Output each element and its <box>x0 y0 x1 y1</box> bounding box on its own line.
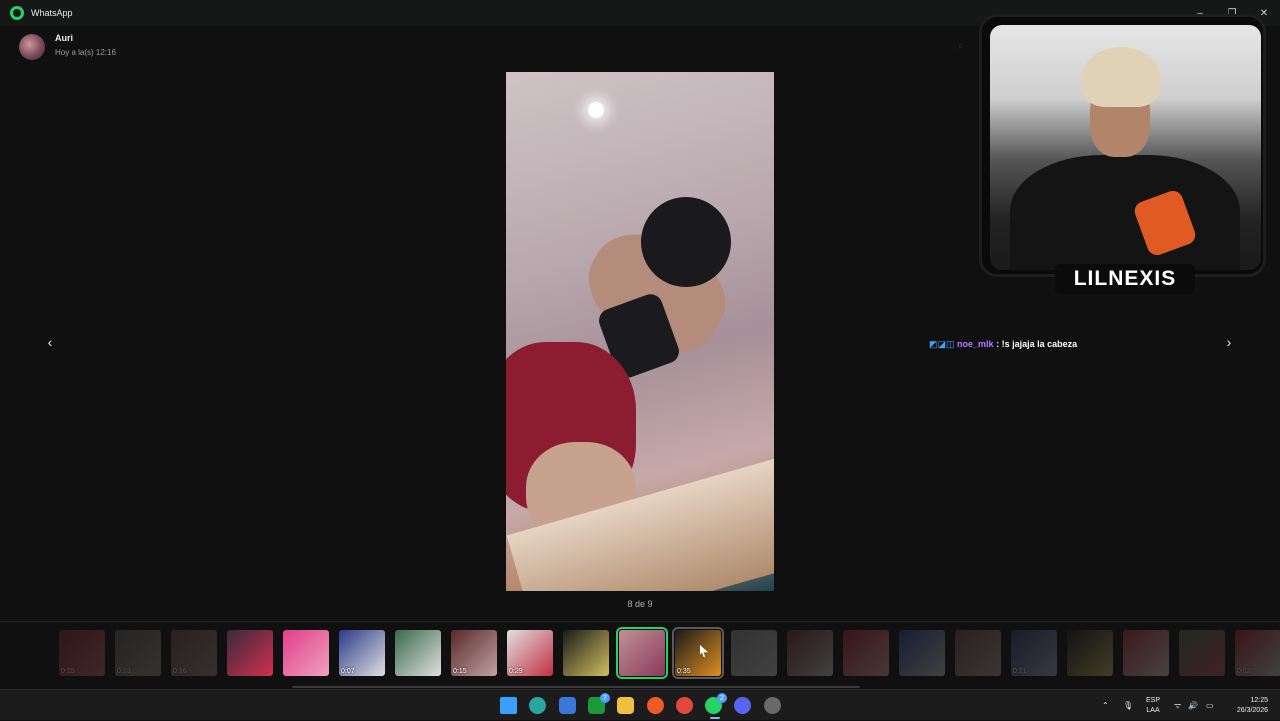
webcam-overlay <box>979 14 1266 277</box>
media-thumbnail[interactable] <box>616 627 668 679</box>
tray-overflow-chevron-icon[interactable]: ⌃ <box>1102 690 1109 721</box>
photo-subject-hair <box>641 197 731 287</box>
video-duration: 0:15 <box>61 668 75 675</box>
brave-icon[interactable] <box>647 697 664 714</box>
whatsapp-logo-icon <box>10 6 24 20</box>
webcam-feed <box>990 25 1261 270</box>
media-thumbnail[interactable] <box>843 630 889 676</box>
file-explorer-icon[interactable] <box>617 697 634 714</box>
video-duration: 0:35 <box>677 668 691 675</box>
media-image[interactable] <box>506 72 774 591</box>
media-thumbnail[interactable] <box>227 630 273 676</box>
video-duration: 0:29 <box>509 668 523 675</box>
video-duration: 0:02 <box>1237 668 1251 675</box>
media-thumbnail[interactable]: 0:16 <box>171 630 217 676</box>
media-thumbnail[interactable]: 0:15 <box>59 630 105 676</box>
keyboard-layout: LAA <box>1146 707 1160 714</box>
media-thumbnail[interactable] <box>731 630 777 676</box>
media-thumbnail[interactable] <box>1179 630 1225 676</box>
video-duration: 0:13 <box>117 668 131 675</box>
wifi-icon[interactable]: ᯤ <box>1174 690 1181 721</box>
language-code: ESP <box>1146 697 1161 704</box>
media-thumbnail[interactable] <box>899 630 945 676</box>
media-thumbnail[interactable]: 0:02 <box>1235 630 1280 676</box>
windows-start-icon[interactable] <box>500 697 517 714</box>
streamer-hair <box>1082 47 1160 107</box>
chrome-icon[interactable] <box>676 697 693 714</box>
clock-date: 26/3/2026 <box>1236 707 1268 714</box>
video-duration: 0:07 <box>341 668 355 675</box>
avatar[interactable] <box>19 34 45 60</box>
media-thumbnail[interactable]: 0:29 <box>507 630 553 676</box>
input-language[interactable]: ESP LAA <box>1146 696 1160 716</box>
media-thumbnail[interactable]: 0:35 <box>672 627 724 679</box>
media-thumbnail[interactable] <box>1123 630 1169 676</box>
media-counter: 8 de 9 <box>627 599 653 609</box>
thumbnail-scrollbar[interactable] <box>292 686 860 688</box>
active-app-indicator <box>710 717 720 719</box>
video-duration: 0:21 <box>1013 668 1027 675</box>
chevron-right-icon: › <box>1226 334 1232 350</box>
chevron-left-icon: ‹ <box>47 334 53 350</box>
next-media-button[interactable]: › <box>1218 331 1240 353</box>
clock-app-icon[interactable] <box>764 697 781 714</box>
media-thumbnail[interactable] <box>395 630 441 676</box>
notification-badge: 2 <box>717 693 727 703</box>
streamer-name-banner: LILNEXIS <box>1055 264 1195 294</box>
ceiling-light <box>588 102 604 118</box>
message-timestamp: Hoy a la(s) 12:16 <box>55 48 116 57</box>
media-thumbnail[interactable] <box>283 630 329 676</box>
clock-time: 12:25 <box>1250 697 1268 704</box>
media-thumbnail-strip: 0:15 0:13 0:16 0:07 0:15 0:29 0:35 0:21 0:02 <box>0 621 1280 689</box>
xbox-icon[interactable]: 7 <box>588 693 610 714</box>
video-duration: 0:15 <box>453 668 467 675</box>
media-thumbnail[interactable]: 0:07 <box>339 630 385 676</box>
chat-text: !s jajaja la cabeza <box>1001 339 1078 349</box>
media-thumbnail[interactable]: 0:13 <box>115 630 161 676</box>
chat-separator: : <box>996 339 1000 349</box>
media-thumbnail[interactable] <box>1067 630 1113 676</box>
media-thumbnail[interactable] <box>563 630 609 676</box>
discord-icon[interactable] <box>734 697 751 714</box>
media-thumbnail[interactable] <box>787 630 833 676</box>
chat-badges-icon: ◩◪◫ <box>929 339 955 349</box>
edge-icon[interactable] <box>529 697 546 714</box>
app-title: WhatsApp <box>31 8 73 18</box>
windows-taskbar: 7 2 ⌃ 🎙 ESP LAA ᯤ 🔊 ▭ 12:25 26/3/2026 <box>0 689 1280 720</box>
contact-name[interactable]: Auri <box>55 33 73 43</box>
media-thumbnail[interactable] <box>955 630 1001 676</box>
store-icon[interactable] <box>559 697 576 714</box>
zoom-icon[interactable]: ⌕ <box>958 41 964 52</box>
microphone-icon[interactable]: 🎙 <box>1123 690 1133 721</box>
chat-username: noe_mlk <box>957 339 994 349</box>
volume-icon[interactable]: 🔊 <box>1188 690 1198 721</box>
stream-chat-message: ◩◪◫ noe_mlk : !s jajaja la cabeza <box>929 339 1077 350</box>
media-thumbnail[interactable]: 0:15 <box>451 630 497 676</box>
battery-icon[interactable]: ▭ <box>1206 690 1214 721</box>
whatsapp-icon[interactable]: 2 <box>705 693 727 714</box>
notification-badge: 7 <box>600 693 610 703</box>
video-duration: 0:16 <box>173 668 187 675</box>
previous-media-button[interactable]: ‹ <box>39 331 61 353</box>
media-thumbnail[interactable]: 0:21 <box>1011 630 1057 676</box>
system-clock[interactable]: 12:25 26/3/2026 <box>1228 696 1268 716</box>
streamer-jacket <box>1010 155 1240 270</box>
